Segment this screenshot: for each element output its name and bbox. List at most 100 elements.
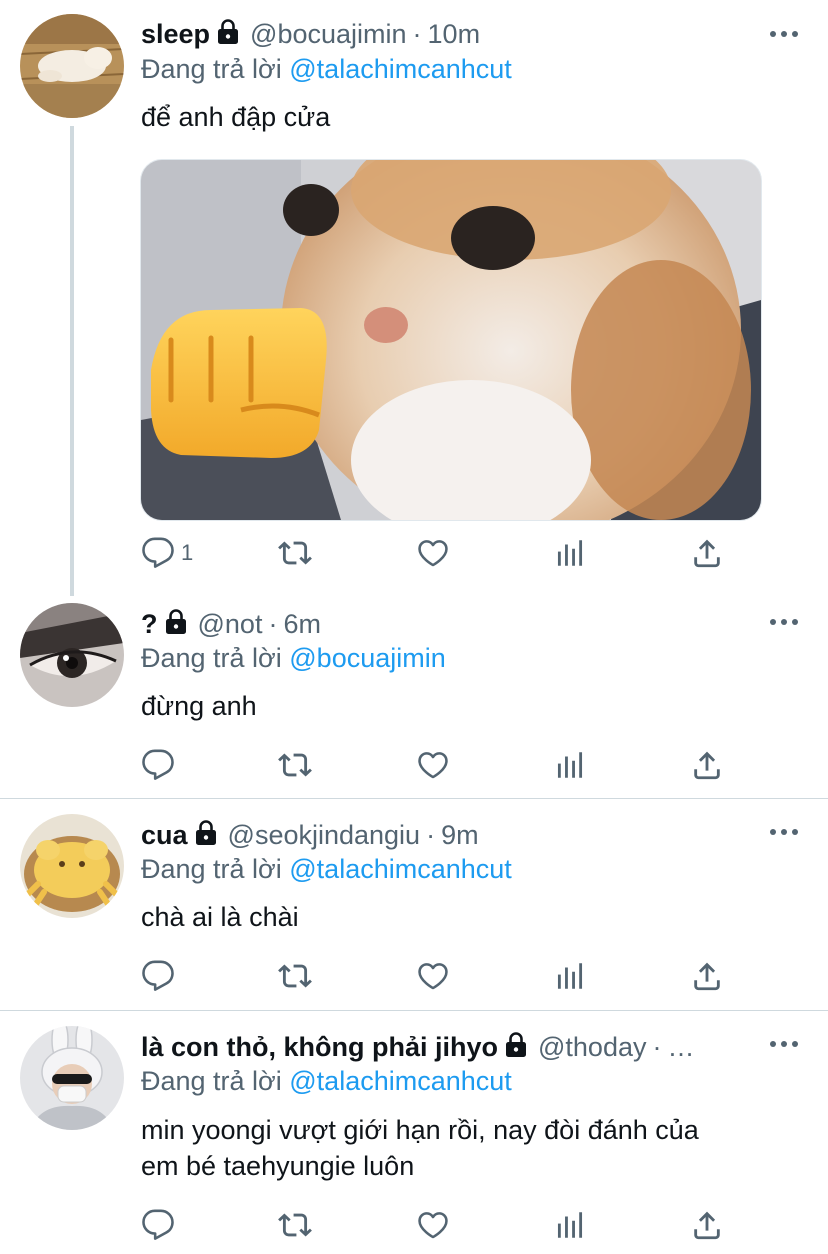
- lock-icon: [194, 820, 218, 846]
- separator: ·: [652, 1032, 662, 1062]
- timestamp[interactable]: 10m: [428, 16, 481, 52]
- timestamp[interactable]: 9m: [441, 817, 479, 853]
- like-icon: [416, 536, 450, 570]
- reply-count: 1: [181, 540, 194, 565]
- reply-icon: [141, 1208, 175, 1242]
- analytics-button[interactable]: [553, 535, 587, 571]
- like-icon: [416, 1208, 450, 1242]
- retweet-button[interactable]: [278, 958, 312, 994]
- replying-prefix: Đang trả lời: [141, 54, 290, 84]
- display-name[interactable]: cua: [141, 817, 188, 853]
- tweet-header: ? @not · 6m: [141, 606, 768, 642]
- share-button[interactable]: [690, 1207, 724, 1243]
- username[interactable]: @seokjindangiu: [228, 817, 421, 853]
- tweet-header: cua @seokjindangiu · 9m: [141, 817, 768, 853]
- display-name[interactable]: sleep: [141, 16, 210, 52]
- retweet-icon: [278, 748, 312, 782]
- tweet-3[interactable]: cua @seokjindangiu · 9m Đang trả lời @ta…: [0, 802, 828, 1010]
- avatar-bunny-hat-person[interactable]: [20, 1026, 124, 1130]
- reply-icon: [141, 959, 175, 993]
- more-icon[interactable]: [770, 822, 798, 842]
- analytics-icon: [553, 1208, 587, 1242]
- separator: ·: [426, 820, 436, 850]
- lock-icon: [164, 609, 188, 635]
- divider: [0, 1010, 828, 1011]
- reply-button[interactable]: 1: [141, 535, 193, 571]
- reply-mention-link[interactable]: @talachimcanhcut: [289, 854, 512, 884]
- tweet-4[interactable]: là con thỏ, không phải jihyo @thoday · ……: [0, 1014, 828, 1254]
- tweet-actions: [141, 747, 741, 783]
- tweet-text: để anh đập cửa: [141, 102, 331, 132]
- display-name[interactable]: ?: [141, 606, 158, 642]
- analytics-button[interactable]: [553, 747, 587, 783]
- share-icon: [690, 748, 724, 782]
- lock-icon: [504, 1032, 528, 1058]
- analytics-button[interactable]: [553, 958, 587, 994]
- lock-icon: [216, 19, 240, 45]
- tweet-actions: [141, 958, 741, 994]
- retweet-button[interactable]: [278, 535, 312, 571]
- like-button[interactable]: [416, 747, 450, 783]
- share-button[interactable]: [690, 747, 724, 783]
- username[interactable]: @not: [198, 606, 263, 642]
- like-icon: [416, 959, 450, 993]
- more-icon[interactable]: [770, 612, 798, 632]
- divider: [0, 798, 828, 799]
- like-button[interactable]: [416, 535, 450, 571]
- replying-to: Đang trả lời @talachimcanhcut: [141, 1063, 512, 1099]
- reply-mention-link[interactable]: @bocuajimin: [289, 643, 445, 673]
- avatar-crab-bread[interactable]: [20, 814, 124, 918]
- tweet-header: sleep @bocuajimin · 10m: [141, 16, 768, 52]
- like-icon: [416, 748, 450, 782]
- replying-to: Đang trả lời @talachimcanhcut: [141, 51, 512, 87]
- retweet-icon: [278, 959, 312, 993]
- share-icon: [690, 1208, 724, 1242]
- reply-mention-link[interactable]: @talachimcanhcut: [289, 54, 512, 84]
- username[interactable]: @bocuajimin: [250, 16, 406, 52]
- analytics-icon: [553, 748, 587, 782]
- analytics-icon: [553, 959, 587, 993]
- tweet-2[interactable]: ? @not · 6m Đang trả lời @bocuajimin đừn…: [0, 590, 828, 798]
- share-icon: [690, 959, 724, 993]
- display-name[interactable]: là con thỏ, không phải jihyo: [141, 1029, 498, 1065]
- tweet-1[interactable]: sleep @bocuajimin · 10m Đang trả lời @ta…: [0, 0, 828, 590]
- separator: ·: [268, 609, 278, 639]
- replying-prefix: Đang trả lời: [141, 643, 290, 673]
- reply-icon: [141, 536, 175, 570]
- timestamp[interactable]: 6m: [283, 606, 321, 642]
- share-button[interactable]: [690, 958, 724, 994]
- replying-prefix: Đang trả lời: [141, 1066, 290, 1096]
- reply-mention-link[interactable]: @talachimcanhcut: [289, 1066, 512, 1096]
- analytics-icon: [553, 536, 587, 570]
- tweet-actions: [141, 1207, 741, 1243]
- timestamp[interactable]: …: [667, 1029, 694, 1065]
- retweet-button[interactable]: [278, 1207, 312, 1243]
- avatar-sleeping-cat[interactable]: [20, 14, 124, 118]
- avatar-eye-closeup[interactable]: [20, 603, 124, 707]
- tweet-text-line-2: em bé taehyungie luôn: [141, 1151, 415, 1181]
- tweet-actions: 1: [141, 535, 741, 571]
- retweet-button[interactable]: [278, 747, 312, 783]
- cat-punch-meme[interactable]: [140, 159, 762, 521]
- reply-button[interactable]: [141, 958, 175, 994]
- like-button[interactable]: [416, 958, 450, 994]
- share-icon: [690, 536, 724, 570]
- like-button[interactable]: [416, 1207, 450, 1243]
- replying-to: Đang trả lời @talachimcanhcut: [141, 851, 512, 887]
- share-button[interactable]: [690, 535, 724, 571]
- replying-to: Đang trả lời @bocuajimin: [141, 640, 446, 676]
- analytics-button[interactable]: [553, 1207, 587, 1243]
- more-icon[interactable]: [770, 1034, 798, 1054]
- tweet-text: chà ai là chài: [141, 902, 299, 932]
- retweet-icon: [278, 536, 312, 570]
- tweet-text: đừng anh: [141, 691, 257, 721]
- replying-prefix: Đang trả lời: [141, 854, 290, 884]
- tweet-header: là con thỏ, không phải jihyo @thoday · …: [141, 1029, 768, 1065]
- reply-icon: [141, 748, 175, 782]
- more-icon[interactable]: [770, 24, 798, 44]
- reply-button[interactable]: [141, 1207, 175, 1243]
- retweet-icon: [278, 1208, 312, 1242]
- separator: ·: [412, 19, 422, 49]
- username[interactable]: @thoday: [538, 1029, 646, 1065]
- reply-button[interactable]: [141, 747, 175, 783]
